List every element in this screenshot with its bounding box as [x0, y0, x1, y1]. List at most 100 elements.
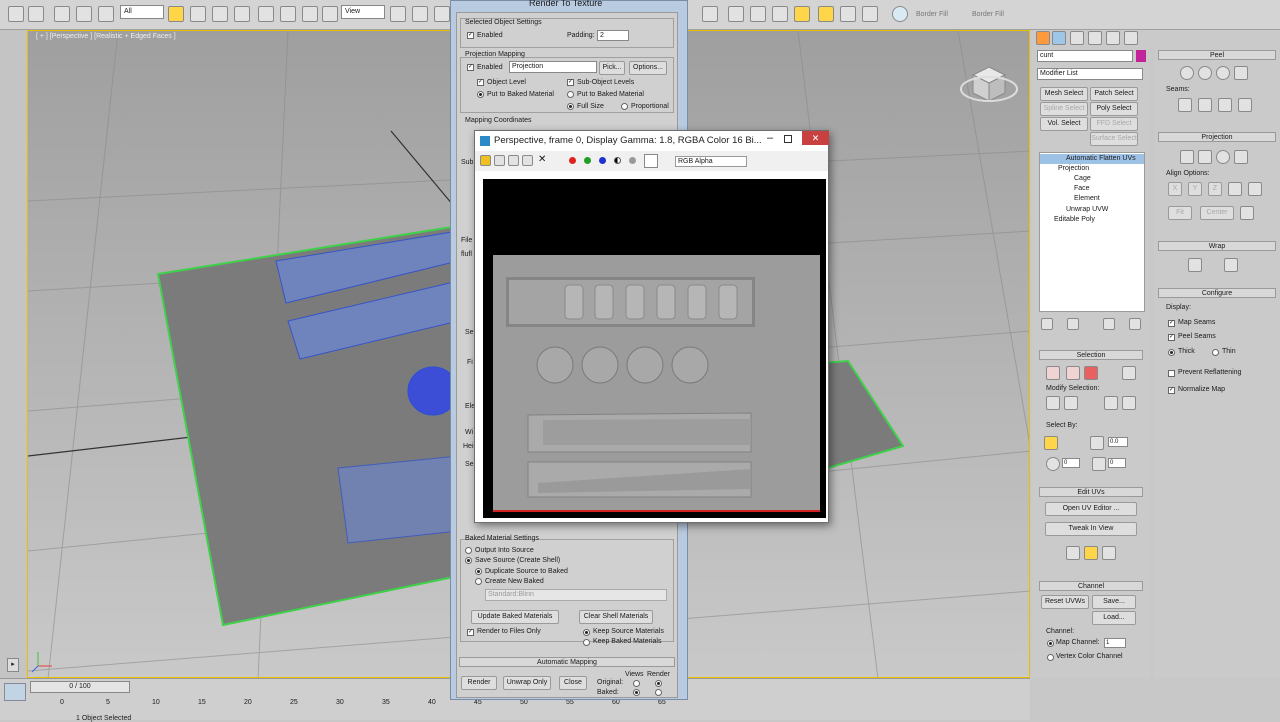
- render-production-icon[interactable]: [772, 6, 788, 22]
- align-x-button[interactable]: X: [1168, 182, 1182, 196]
- element-mode-icon[interactable]: [1122, 366, 1136, 380]
- frame-window-titlebar[interactable]: Perspective, frame 0, Display Gamma: 1.8…: [475, 131, 829, 151]
- expand-seams-icon[interactable]: [1238, 98, 1252, 112]
- channel-rollout-header[interactable]: Channel: [1039, 581, 1143, 591]
- object-level-checkbox[interactable]: ✓: [477, 79, 484, 86]
- create-tab-icon[interactable]: [1036, 31, 1050, 45]
- tweak-in-view-button[interactable]: Tweak In View: [1045, 522, 1137, 536]
- object-color-swatch[interactable]: [1136, 50, 1146, 62]
- clear-shell-materials-button[interactable]: Clear Shell Materials: [579, 610, 653, 624]
- ffd-select-button[interactable]: FFD Select: [1090, 117, 1138, 131]
- save-source-radio[interactable]: [465, 557, 472, 564]
- motion-tab-icon[interactable]: [1088, 31, 1102, 45]
- stack-label[interactable]: Element: [1074, 195, 1100, 202]
- graphite-modeling-icon[interactable]: [892, 6, 908, 22]
- peel-rollout-header[interactable]: Peel: [1158, 50, 1276, 60]
- load-uvw-button[interactable]: Load...: [1092, 611, 1136, 625]
- time-slider[interactable]: 0 / 100: [30, 681, 130, 693]
- maximize-icon[interactable]: [784, 135, 792, 143]
- unlink-icon[interactable]: [76, 6, 92, 22]
- green-channel-icon[interactable]: [584, 157, 591, 164]
- selection-filter-dropdown[interactable]: All: [120, 5, 164, 19]
- move-icon[interactable]: [258, 6, 274, 22]
- projection-enabled-checkbox[interactable]: ✓: [467, 64, 474, 71]
- projection-rollout-header[interactable]: Projection: [1158, 132, 1276, 142]
- select-object-icon[interactable]: [168, 6, 184, 22]
- thick-radio[interactable]: [1168, 349, 1175, 356]
- wrap-rollout-header[interactable]: Wrap: [1158, 241, 1276, 251]
- select-by-name-icon[interactable]: [190, 6, 206, 22]
- align-y-button[interactable]: Y: [1188, 182, 1202, 196]
- fit-button[interactable]: Fit: [1168, 206, 1192, 220]
- surface-select-button[interactable]: Surface Select: [1090, 132, 1138, 146]
- baked-render-radio[interactable]: [655, 689, 662, 696]
- update-baked-materials-button[interactable]: Update Baked Materials: [471, 610, 559, 624]
- enabled-checkbox[interactable]: ✓: [467, 32, 474, 39]
- stack-label[interactable]: Face: [1074, 185, 1090, 192]
- mini-listener[interactable]: [4, 683, 26, 701]
- best-align-icon[interactable]: [1228, 182, 1242, 196]
- edit-seams-icon[interactable]: [1178, 98, 1192, 112]
- quick-map-gizmo-icon[interactable]: [1084, 546, 1098, 560]
- remove-modifier-icon[interactable]: [1103, 318, 1115, 330]
- unwrap-only-button[interactable]: Unwrap Only: [503, 676, 551, 690]
- color-swatch[interactable]: [644, 154, 658, 168]
- rendered-image[interactable]: [483, 179, 826, 518]
- map-channel-radio[interactable]: [1047, 640, 1054, 647]
- expand-arrow-icon[interactable]: ▸: [7, 658, 19, 672]
- spline-select-button[interactable]: Spline Select: [1040, 102, 1088, 116]
- polygon-mode-icon[interactable]: [1084, 366, 1098, 380]
- poly-select-button[interactable]: Poly Select: [1090, 102, 1138, 116]
- quick-planar-map-icon[interactable]: [1066, 546, 1080, 560]
- keyboard-shortcut-icon[interactable]: [434, 6, 450, 22]
- vertex-mode-icon[interactable]: [1046, 366, 1060, 380]
- original-render-radio[interactable]: [655, 680, 662, 687]
- render-button[interactable]: Render: [461, 676, 497, 690]
- print-icon[interactable]: [522, 155, 533, 166]
- display-channel-dropdown[interactable]: RGB Alpha: [675, 156, 747, 167]
- normalize-map-checkbox[interactable]: ✓: [1168, 387, 1175, 394]
- a360-gallery-icon[interactable]: [862, 6, 878, 22]
- stack-label[interactable]: Unwrap UVW: [1066, 206, 1108, 213]
- stack-label[interactable]: Cage: [1074, 175, 1091, 182]
- mesh-select-button[interactable]: Mesh Select: [1040, 87, 1088, 101]
- point-to-point-seams-icon[interactable]: [1198, 98, 1212, 112]
- show-end-result-icon[interactable]: [1067, 318, 1079, 330]
- scale-icon[interactable]: [302, 6, 318, 22]
- spherical-map-icon[interactable]: [1216, 150, 1230, 164]
- options-button[interactable]: Options...: [629, 61, 667, 75]
- material-id-spinner[interactable]: 0: [1108, 458, 1126, 468]
- full-size-radio[interactable]: [567, 103, 574, 110]
- peel-seams-checkbox[interactable]: ✓: [1168, 334, 1175, 341]
- keep-baked-radio[interactable]: [583, 639, 590, 646]
- viewport-label[interactable]: [ + ] [Perspective ] [Realistic + Edged …: [36, 33, 176, 40]
- edge-mode-icon[interactable]: [1066, 366, 1080, 380]
- vol-select-button[interactable]: Vol. Select: [1040, 117, 1088, 131]
- activeshade-icon[interactable]: [818, 6, 834, 22]
- region-select-icon[interactable]: [212, 6, 228, 22]
- vertex-color-radio[interactable]: [1047, 654, 1054, 661]
- baked-views-radio[interactable]: [633, 689, 640, 696]
- material-type-dropdown[interactable]: Standard:Blinn: [485, 589, 667, 601]
- copy-image-icon[interactable]: [494, 155, 505, 166]
- grow-selection-icon[interactable]: [1046, 396, 1060, 410]
- redo-icon[interactable]: [28, 6, 44, 22]
- planar-map-icon[interactable]: [1180, 150, 1194, 164]
- rendered-frame-window-icon[interactable]: [750, 6, 766, 22]
- output-into-source-radio[interactable]: [465, 547, 472, 554]
- render-setup-icon[interactable]: [728, 6, 744, 22]
- edit-uvs-rollout-header[interactable]: Edit UVs: [1039, 487, 1143, 497]
- planar-angle-icon[interactable]: [1090, 436, 1104, 450]
- align-gizmo-icon[interactable]: [1102, 546, 1116, 560]
- duplicate-source-radio[interactable]: [475, 568, 482, 575]
- window-crossing-icon[interactable]: [234, 6, 250, 22]
- loop-icon[interactable]: [1104, 396, 1118, 410]
- sub-put-to-baked-radio[interactable]: [567, 91, 574, 98]
- pelt-map-icon[interactable]: [1198, 66, 1212, 80]
- patch-select-button[interactable]: Patch Select: [1090, 87, 1138, 101]
- render-in-cloud-icon[interactable]: [840, 6, 856, 22]
- map-seams-checkbox[interactable]: ✓: [1168, 320, 1175, 327]
- object-put-to-baked-radio[interactable]: [477, 91, 484, 98]
- thin-radio[interactable]: [1212, 349, 1219, 356]
- display-tab-icon[interactable]: [1106, 31, 1120, 45]
